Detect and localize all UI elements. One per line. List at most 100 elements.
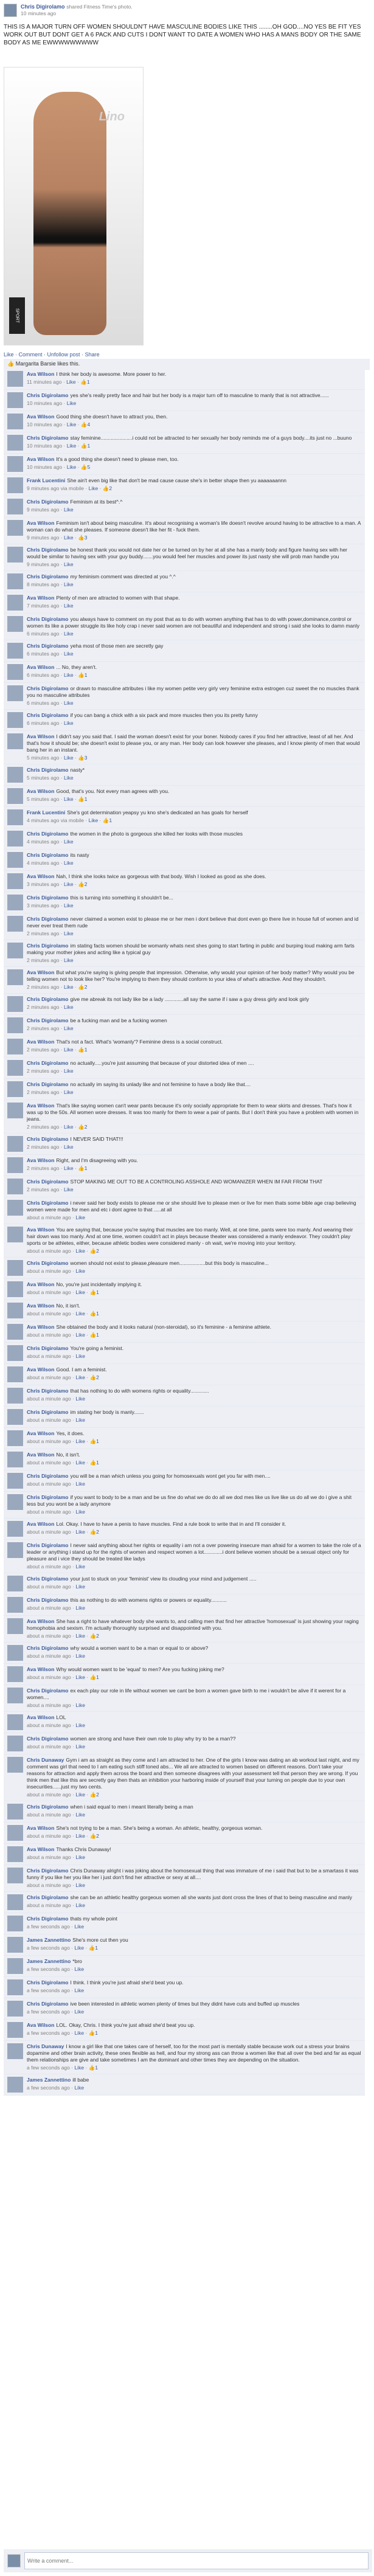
- comment-time[interactable]: about a minute ago: [27, 1214, 71, 1220]
- comment-time[interactable]: 9 minutes ago: [27, 507, 59, 513]
- comment-like-button[interactable]: Like: [75, 1332, 85, 1338]
- commenter-avatar[interactable]: [7, 1666, 23, 1682]
- post-photo[interactable]: Lino SPORT: [4, 67, 144, 345]
- comment-like-button[interactable]: Like: [75, 1396, 85, 1402]
- commenter-avatar[interactable]: [7, 1324, 23, 1340]
- comment-time[interactable]: 2 minutes ago: [27, 1144, 59, 1150]
- commenter-avatar[interactable]: [7, 643, 23, 659]
- comment-author[interactable]: Ava Wilson: [27, 595, 54, 601]
- comment-author[interactable]: Chris Digirolamo: [27, 916, 68, 922]
- comment-like-count[interactable]: 1: [96, 1459, 99, 1466]
- comment-time[interactable]: about a minute ago: [27, 1882, 71, 1888]
- comment-time[interactable]: a few seconds ago: [27, 2009, 70, 2015]
- comment-time[interactable]: 5 minutes ago: [27, 796, 59, 802]
- comment-like-count[interactable]: 2: [96, 1833, 99, 1839]
- comment-like-button[interactable]: Like: [75, 1674, 85, 1680]
- commenter-avatar[interactable]: [7, 1576, 23, 1591]
- comment-like-button[interactable]: Like: [75, 1459, 85, 1466]
- comment-author[interactable]: Ava Wilson: [27, 873, 54, 879]
- comment-author[interactable]: Chris Digirolamo: [27, 392, 68, 398]
- commenter-avatar[interactable]: [7, 895, 23, 910]
- commenter-avatar[interactable]: [7, 943, 23, 958]
- comment-time[interactable]: 10 minutes ago: [27, 400, 62, 406]
- commenter-avatar[interactable]: [7, 1825, 23, 1841]
- comment-like-button[interactable]: Like: [75, 1902, 85, 1908]
- commenter-avatar[interactable]: [7, 1430, 23, 1446]
- comment-like-button[interactable]: Like: [67, 443, 77, 449]
- comment-time[interactable]: a few seconds ago: [27, 1945, 70, 1951]
- comment-time[interactable]: about a minute ago: [27, 1792, 71, 1798]
- comment-like-button[interactable]: Like: [89, 817, 99, 823]
- comment-author[interactable]: Ava Wilson: [27, 664, 54, 670]
- comment-like-button[interactable]: Like: [67, 400, 77, 406]
- comment-like-count[interactable]: 4: [87, 421, 90, 428]
- comment-like-button[interactable]: Like: [74, 2030, 84, 2036]
- comment-author[interactable]: Chris Digirolamo: [27, 1597, 68, 1603]
- comment-author[interactable]: Ava Wilson: [27, 1846, 54, 1852]
- comment-time[interactable]: 4 minutes ago: [27, 860, 59, 866]
- comment-time[interactable]: 7 minutes ago: [27, 603, 59, 609]
- comment-like-button[interactable]: Like: [75, 1792, 85, 1798]
- comment-author[interactable]: Ava Wilson: [27, 1430, 54, 1436]
- comment-time[interactable]: 2 minutes ago: [27, 984, 59, 990]
- comment-author[interactable]: Chris Digirolamo: [27, 1688, 68, 1694]
- commenter-avatar[interactable]: [7, 1597, 23, 1613]
- comment-like-button[interactable]: Like: [75, 1248, 85, 1254]
- comment-author[interactable]: Chris Digirolamo: [27, 499, 68, 505]
- comment-author[interactable]: Chris Digirolamo: [27, 1200, 68, 1206]
- comment-like-button[interactable]: Like: [64, 1004, 74, 1010]
- comment-time[interactable]: about a minute ago: [27, 1902, 71, 1908]
- commenter-avatar[interactable]: [7, 788, 23, 804]
- commenter-avatar[interactable]: [7, 852, 23, 868]
- author-avatar[interactable]: [4, 4, 17, 17]
- comment-author[interactable]: Ava Wilson: [27, 1452, 54, 1458]
- comment-like-button[interactable]: Like: [75, 1311, 85, 1317]
- comment-time[interactable]: about a minute ago: [27, 1374, 71, 1380]
- comment-time[interactable]: about a minute ago: [27, 1509, 71, 1515]
- comment-like-button[interactable]: Like: [75, 1353, 85, 1359]
- commenter-avatar[interactable]: [7, 1494, 23, 1510]
- commenter-avatar[interactable]: [7, 916, 23, 932]
- comment-time[interactable]: 6 minutes ago: [27, 631, 59, 637]
- comment-like-button[interactable]: Like: [64, 651, 74, 657]
- comment-like-button[interactable]: Like: [74, 1987, 84, 1993]
- commenter-avatar[interactable]: [7, 1894, 23, 1910]
- comment-author[interactable]: Chris Dunaway: [27, 1757, 64, 1763]
- comment-author[interactable]: Ava Wilson: [27, 1227, 54, 1233]
- comment-like-count[interactable]: 1: [85, 796, 88, 802]
- commenter-avatar[interactable]: [7, 499, 23, 514]
- comment-time[interactable]: about a minute ago: [27, 1743, 71, 1750]
- comment-time[interactable]: a few seconds ago: [27, 2085, 70, 2091]
- comment-time[interactable]: about a minute ago: [27, 1438, 71, 1444]
- comment-like-count[interactable]: 1: [95, 1945, 98, 1951]
- comment-like-button[interactable]: Like: [75, 1214, 85, 1220]
- commenter-avatar[interactable]: [7, 616, 23, 632]
- comment-like-count[interactable]: 3: [85, 755, 88, 761]
- commenter-avatar[interactable]: [7, 1714, 23, 1730]
- comment-time[interactable]: about a minute ago: [27, 1605, 71, 1611]
- comment-author[interactable]: Chris Digirolamo: [27, 712, 68, 718]
- comment-author[interactable]: Frank Lucentini: [27, 809, 65, 815]
- comment-time[interactable]: 9 minutes ago: [27, 561, 59, 567]
- commenter-avatar[interactable]: [7, 1868, 23, 1883]
- commenter-avatar[interactable]: [7, 1688, 23, 1703]
- comment-time[interactable]: about a minute ago: [27, 1311, 71, 1317]
- comment-like-button[interactable]: Like: [75, 1812, 85, 1818]
- comment-author[interactable]: Ava Wilson: [27, 456, 54, 462]
- commenter-avatar[interactable]: [7, 1618, 23, 1634]
- comment-like-count[interactable]: 1: [96, 1438, 99, 1444]
- comment-like-button[interactable]: Like: [67, 464, 77, 470]
- comment-like-button[interactable]: Like: [64, 561, 74, 567]
- comment-like-count[interactable]: 2: [85, 881, 88, 887]
- comment-like-count[interactable]: 2: [96, 1792, 99, 1798]
- commenter-avatar[interactable]: [7, 733, 23, 749]
- comment-like-button[interactable]: Like: [75, 1584, 85, 1590]
- comment-like-count[interactable]: 2: [85, 1124, 88, 1130]
- comment-author[interactable]: Ava Wilson: [27, 1281, 54, 1287]
- comment-like-button[interactable]: Like: [64, 1124, 74, 1130]
- comment-like-button[interactable]: Like: [64, 1089, 74, 1095]
- commenter-avatar[interactable]: [7, 685, 23, 701]
- comment-like-button[interactable]: Like: [64, 631, 74, 637]
- commenter-avatar[interactable]: [7, 1804, 23, 1819]
- commenter-avatar[interactable]: [7, 1521, 23, 1537]
